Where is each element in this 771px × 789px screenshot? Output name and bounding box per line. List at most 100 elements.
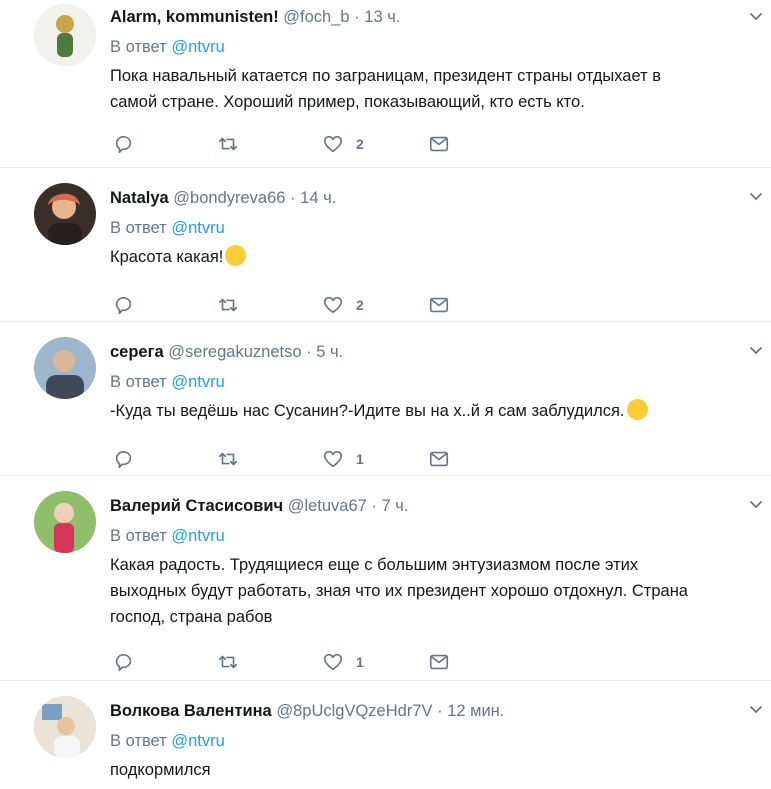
tweet-text: -Куда ты ведёшь нас Сусанин?-Идите вы на… [110,398,757,424]
avatar[interactable] [34,4,96,66]
heart-icon [323,653,343,671]
avatar[interactable] [34,337,96,399]
reply-button[interactable] [113,647,135,677]
grinning-face-emoji [626,399,648,420]
reply-button[interactable] [113,290,135,320]
tweet-item[interactable]: Alarm, kommunisten! @foch_b · 13 ч. В от… [0,0,771,168]
retweet-button[interactable] [217,290,239,320]
tweet-time[interactable]: 5 ч. [316,343,343,361]
avatar-image [34,696,96,758]
avatar[interactable] [34,183,96,245]
tweet-timeline: Alarm, kommunisten! @foch_b · 13 ч. В от… [0,0,771,789]
separator-dot: · [354,8,360,26]
retweet-icon [218,137,238,151]
reply-mention-link[interactable]: @ntvru [171,373,224,391]
tweet-text: подкормился [110,757,757,783]
chevron-down-icon[interactable] [749,343,763,357]
direct-message-button[interactable] [428,290,450,320]
tweet-time[interactable]: 7 ч. [382,497,409,515]
avatar[interactable] [34,491,96,553]
retweet-button[interactable] [217,647,239,677]
tweet-header: серега @seregakuznetso · 5 ч. [110,340,757,364]
like-button[interactable]: 2 [322,290,364,320]
direct-message-button[interactable] [428,129,450,159]
avatar-image [34,183,96,245]
chevron-down-icon[interactable] [749,189,763,203]
direct-message-button[interactable] [428,647,450,677]
reply-context: В ответ @ntvru [110,730,757,752]
reply-button[interactable] [113,444,135,474]
retweet-icon [218,452,238,466]
separator-dot: · [306,343,312,361]
chevron-down-icon[interactable] [749,9,763,23]
author-name[interactable]: Natalya [110,189,169,207]
tweet-item[interactable]: Волкова Валентина @8pUclgVQzeHdr7V · 12 … [0,681,771,789]
tweet-text-span: Красота какая! [110,248,224,266]
reply-label: В ответ [110,38,167,56]
reply-mention-link[interactable]: @ntvru [171,732,224,750]
tweet-text-line: -Куда ты ведёшь нас Сусанин?-Идите вы на… [110,398,757,424]
tweet-time[interactable]: 14 ч. [300,189,336,207]
reply-label: В ответ [110,373,167,391]
avatar[interactable] [34,696,96,758]
reply-mention-link[interactable]: @ntvru [171,527,224,545]
tweet-text: Какая радость. Трудящиеся еще с большим … [110,552,757,630]
envelope-icon [429,654,449,670]
tweet-actions: 2 [110,290,757,320]
envelope-icon [429,297,449,313]
tweet-time[interactable]: 13 ч. [364,8,400,26]
reply-mention-link[interactable]: @ntvru [171,219,224,237]
like-button[interactable]: 2 [322,129,364,159]
heart-icon [323,135,343,153]
tweet-text-line: Какая радость. Трудящиеся еще с большим … [110,556,639,574]
tweet-item[interactable]: серега @seregakuznetso · 5 ч. В ответ @n… [0,322,771,476]
tweet-text-line: господ, страна рабов [110,608,273,626]
reply-label: В ответ [110,732,167,750]
tweet-text: Пока навальный катается по заграницам, п… [110,63,757,115]
retweet-button[interactable] [217,444,239,474]
author-handle[interactable]: @letuva67 [288,497,367,515]
separator-dot: · [290,189,296,207]
reply-icon [115,654,132,672]
tweet-item[interactable]: Валерий Стасисович @letuva67 · 7 ч. В от… [0,476,771,681]
heart-icon [323,296,343,314]
author-name[interactable]: Alarm, kommunisten! [110,8,279,26]
tweet-text: Красота какая! [110,244,757,270]
reply-mention-link[interactable]: @ntvru [171,38,224,56]
avatar-image [34,491,96,553]
author-name[interactable]: серега [110,343,164,361]
reply-button[interactable] [113,129,135,159]
like-button[interactable]: 1 [322,444,364,474]
reply-label: В ответ [110,527,167,545]
tweet-text-span: -Куда ты ведёшь нас Сусанин?-Идите вы на… [110,402,625,420]
envelope-icon [429,451,449,467]
tweet-item[interactable]: Natalya @bondyreva66 · 14 ч. В ответ @nt… [0,168,771,322]
avatar-image [34,337,96,399]
reply-context: В ответ @ntvru [110,525,757,547]
like-button[interactable]: 1 [322,647,364,677]
tweet-actions: 2 [110,129,757,159]
like-count: 1 [356,451,364,467]
tweet-text-line: подкормился [110,761,211,779]
retweet-button[interactable] [217,129,239,159]
author-name[interactable]: Валерий Стасисович [110,497,283,515]
heart-icon [323,450,343,468]
tweet-time[interactable]: 12 мин. [447,702,504,720]
chevron-down-icon[interactable] [749,497,763,511]
author-handle[interactable]: @bondyreva66 [173,189,285,207]
author-handle[interactable]: @seregakuznetso [168,343,301,361]
like-count: 2 [356,136,364,152]
tweet-header: Natalya @bondyreva66 · 14 ч. [110,186,757,210]
chevron-down-icon[interactable] [749,702,763,716]
author-handle[interactable]: @8pUclgVQzeHdr7V [276,702,432,720]
separator-dot: · [437,702,443,720]
winking-tongue-face-emoji [225,245,247,266]
like-count: 2 [356,297,364,313]
author-handle[interactable]: @foch_b [283,8,349,26]
tweet-header: Валерий Стасисович @letuva67 · 7 ч. [110,494,757,518]
direct-message-button[interactable] [428,444,450,474]
retweet-icon [218,655,238,669]
envelope-icon [429,136,449,152]
reply-icon [115,451,132,469]
author-name[interactable]: Волкова Валентина [110,702,272,720]
